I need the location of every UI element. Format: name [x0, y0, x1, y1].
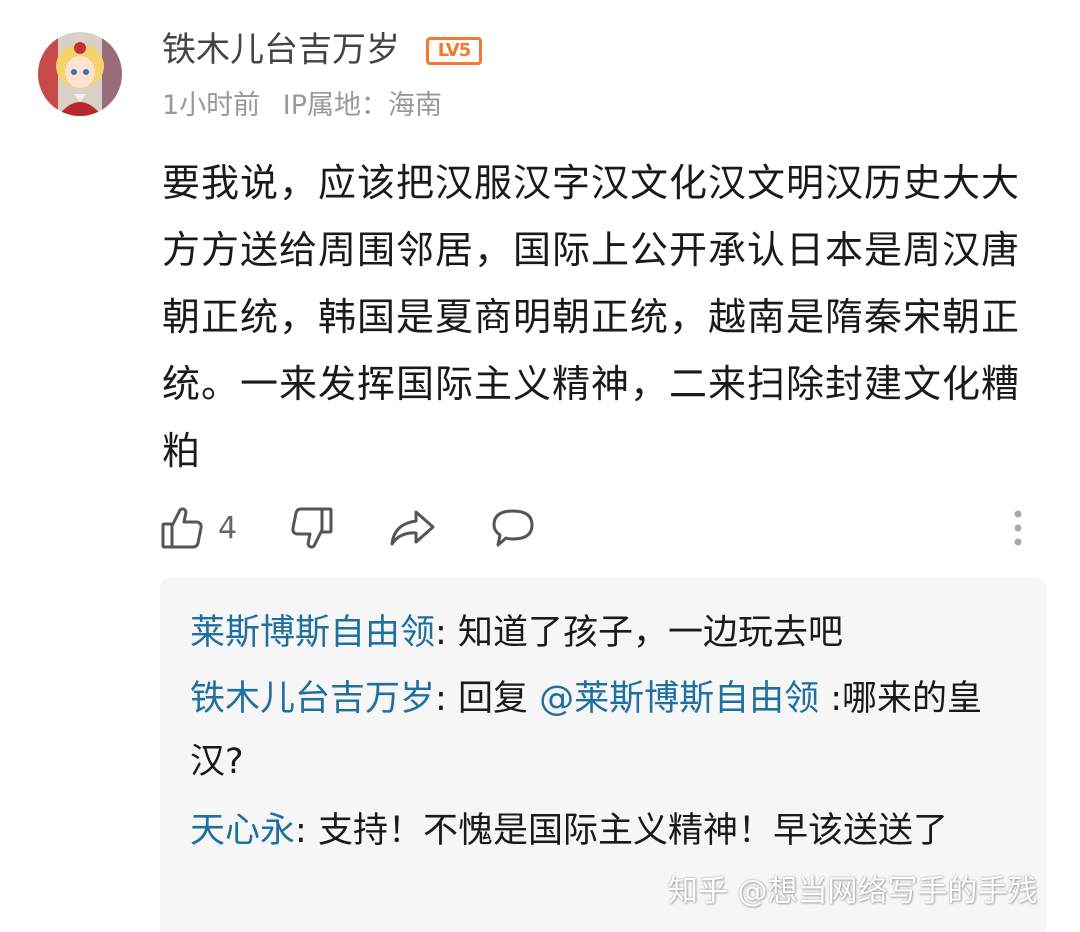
level-badge: LV5: [426, 37, 482, 65]
dislike-button[interactable]: [290, 500, 334, 556]
reply-author-name[interactable]: 莱斯博斯自由领: [190, 613, 435, 653]
more-options-button[interactable]: [1012, 500, 1024, 556]
reply-prefix: 回复: [457, 679, 540, 719]
comment-screen: 铁木儿台吉万岁 LV5 1小时前 IP属地：海南 要我说，应该把汉服汉字汉文化汉…: [0, 0, 1080, 932]
reply-author-name[interactable]: 天心永: [190, 811, 295, 851]
reply-author-name[interactable]: 铁木儿台吉万岁: [190, 679, 435, 719]
share-icon: [388, 506, 436, 550]
share-button[interactable]: [388, 500, 436, 556]
comment-actions: 4: [160, 500, 1040, 560]
reply-text: 支持！不愧是国际主义精神！早该送送了: [317, 811, 948, 851]
comment-meta: 1小时前 IP属地：海南: [162, 86, 456, 126]
reply-item[interactable]: 莱斯博斯自由领: 知道了孩子，一边玩去吧: [190, 602, 1030, 665]
avatar[interactable]: [38, 32, 122, 116]
reply-button[interactable]: [490, 500, 536, 556]
reply-item[interactable]: 铁木儿台吉万岁: 回复 @莱斯博斯自由领 :哪来的皇汉?: [190, 668, 1030, 794]
comment-text: 要我说，应该把汉服汉字汉文化汉文明汉历史大大方方送给周围邻居，国际上公开承认日本…: [162, 161, 1021, 473]
reply-mention[interactable]: @莱斯博斯自由领: [539, 679, 819, 719]
more-vertical-icon: [1012, 508, 1024, 548]
reply-item[interactable]: 天心永: 支持！不愧是国际主义精神！早该送送了: [190, 800, 1030, 863]
reply-separator: :: [435, 613, 458, 653]
reply-separator: :: [295, 811, 318, 851]
ip-location: IP属地：海南: [282, 90, 443, 121]
reply-separator: :: [435, 679, 458, 719]
thumbs-down-icon: [290, 505, 334, 551]
watermark: 知乎 @想当网络写手的手残: [668, 874, 1038, 909]
comment-time: 1小时前: [162, 90, 261, 121]
like-button[interactable]: 4: [160, 500, 237, 556]
like-count: 4: [218, 510, 238, 546]
reply-text: 知道了孩子，一边玩去吧: [457, 613, 843, 653]
comment-author-name[interactable]: 铁木儿台吉万岁: [162, 26, 400, 74]
thumbs-up-icon: [160, 505, 204, 551]
comment-bubble-icon: [490, 506, 536, 550]
